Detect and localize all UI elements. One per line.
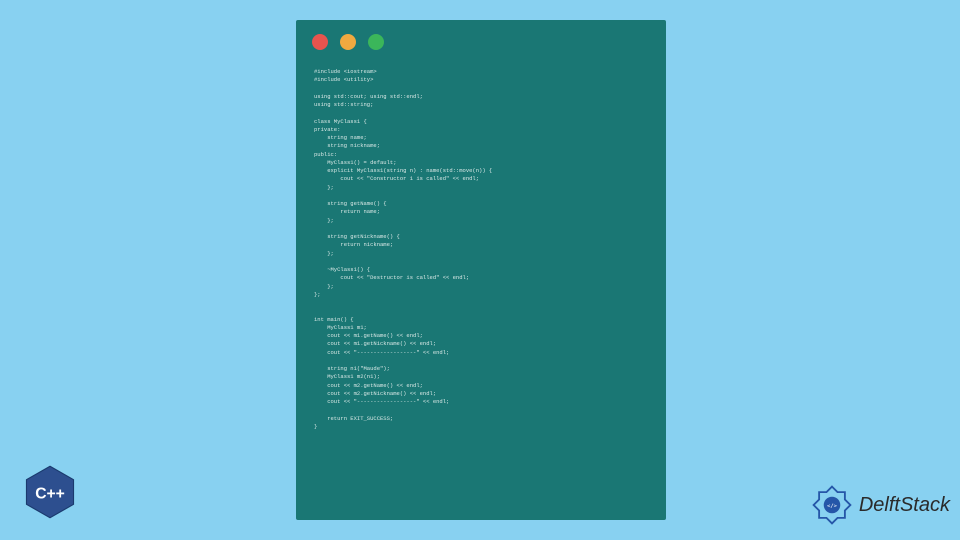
cpp-logo: C++ xyxy=(18,464,82,528)
cpp-hexagon-icon: C++ xyxy=(18,464,82,520)
window-controls xyxy=(296,20,666,60)
window-minimize-dot xyxy=(340,34,356,50)
delftstack-emblem-icon: </> xyxy=(809,482,855,528)
window-close-dot xyxy=(312,34,328,50)
window-maximize-dot xyxy=(368,34,384,50)
delftstack-text: DelftStack xyxy=(859,494,950,517)
code-content: #include <iostream> #include <utility> u… xyxy=(296,60,666,439)
delftstack-logo: </> DelftStack xyxy=(809,482,950,528)
cpp-text: C++ xyxy=(35,486,65,503)
svg-text:</>: </> xyxy=(827,503,838,509)
code-window: #include <iostream> #include <utility> u… xyxy=(296,20,666,520)
